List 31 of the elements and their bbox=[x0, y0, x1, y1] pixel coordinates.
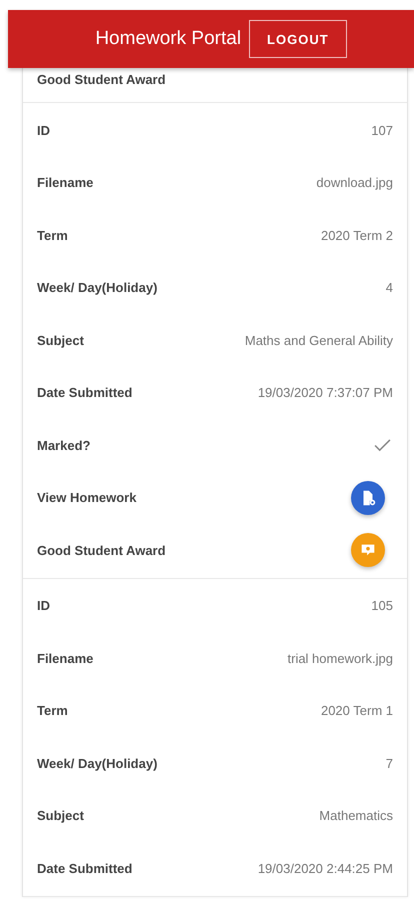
field-label: Date Submitted bbox=[37, 860, 132, 876]
view-homework-button[interactable] bbox=[351, 480, 385, 515]
field-label: ID bbox=[37, 598, 50, 614]
field-label: Filename bbox=[37, 650, 94, 666]
field-label: View Homework bbox=[37, 490, 136, 506]
field-value: Mathematics bbox=[319, 808, 393, 824]
field-label: Subject bbox=[37, 332, 84, 348]
field-value: 7 bbox=[386, 756, 393, 771]
field-value: 4 bbox=[386, 280, 393, 296]
field-label: Marked? bbox=[37, 438, 90, 453]
app-title: Homework Portal bbox=[95, 28, 242, 50]
field-label: Week/ Day(Holiday) bbox=[37, 280, 158, 296]
logout-button[interactable]: LOGOUT bbox=[249, 20, 347, 58]
field-label: Subject bbox=[37, 808, 84, 824]
field-label: Term bbox=[37, 703, 68, 718]
field-label: Good Student Award bbox=[37, 542, 166, 558]
field-label: ID bbox=[37, 122, 50, 138]
field-value: Maths and General Ability bbox=[244, 332, 393, 348]
field-value: 107 bbox=[371, 122, 393, 138]
field-label: Date Submitted bbox=[37, 385, 132, 400]
field-value: download.jpg bbox=[316, 175, 393, 190]
field-value: trial homework.jpg bbox=[288, 650, 393, 666]
field-value: 2020 Term 1 bbox=[320, 703, 393, 718]
field-value: 2020 Term 2 bbox=[320, 228, 393, 243]
field-label: Week/ Day(Holiday) bbox=[37, 756, 158, 771]
field-label: Filename bbox=[37, 175, 94, 190]
field-value: 19/03/2020 7:37:07 PM bbox=[258, 385, 393, 400]
field-label: Term bbox=[37, 228, 68, 243]
field-value: 19/03/2020 2:44:25 PM bbox=[258, 860, 393, 876]
field-value: 105 bbox=[371, 598, 393, 614]
field-label: Good Student Award bbox=[37, 72, 166, 87]
